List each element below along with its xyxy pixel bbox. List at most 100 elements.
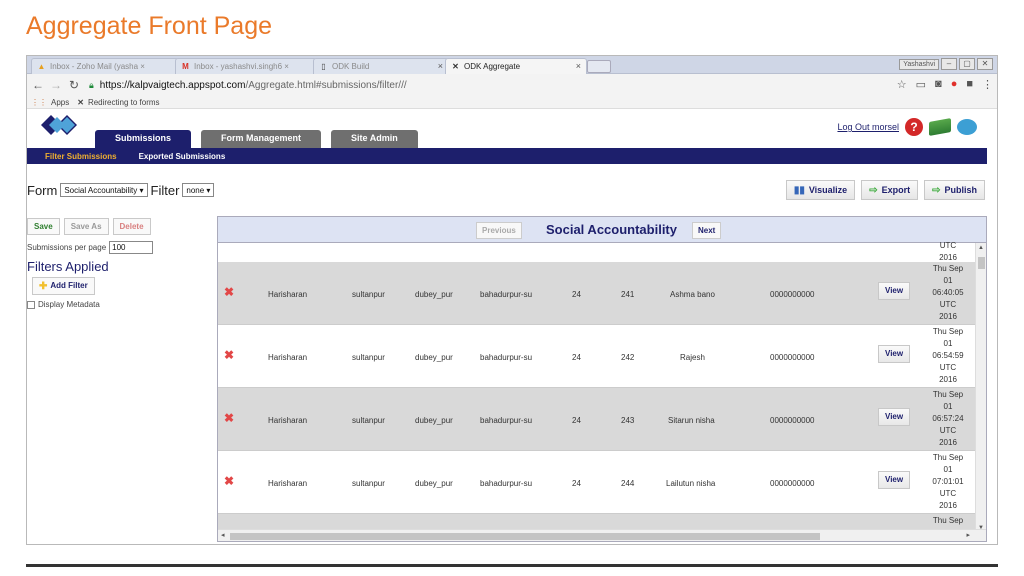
url-host: https://kalpvaigtech.appspot.com — [99, 79, 246, 91]
submission-date: Thu Sep 01 06:57:24 UTC 2016 — [920, 389, 976, 449]
block-cell: dubey_pur — [415, 353, 453, 362]
date-line: Thu Sep — [932, 453, 964, 462]
per-page-input[interactable]: 100 — [109, 241, 154, 254]
browser-tab-gmail[interactable]: M Inbox - yashashvi.singh6 × — [175, 58, 317, 74]
publish-button[interactable]: ⇨ Publish — [924, 180, 985, 200]
bookmarks-bar: ⋮⋮ Apps ✕ Redirecting to forms — [27, 96, 997, 109]
bar-chart-icon: ▮▮ — [793, 185, 805, 196]
chat-icon[interactable] — [957, 119, 977, 135]
reload-icon[interactable]: ↻ — [67, 78, 81, 92]
browser-tab-zoho[interactable]: ▲ Inbox - Zoho Mail (yasha × — [31, 58, 179, 74]
browser-tab-label: Inbox - Zoho Mail (yasha × — [50, 62, 145, 71]
close-tab-icon[interactable]: × — [576, 61, 581, 71]
export-button[interactable]: ⇨ Export — [861, 180, 919, 200]
profile-button[interactable]: Yashashvi — [899, 58, 939, 70]
view-button[interactable]: View — [878, 345, 911, 363]
date-line: 06:57:24 — [932, 414, 964, 423]
submission-date: UTC 2016 — [920, 240, 976, 264]
minimize-icon[interactable]: – — [941, 58, 957, 70]
save-as-button[interactable]: Save As — [63, 218, 109, 235]
vertical-scrollbar[interactable]: ▲ ▼ — [975, 243, 986, 533]
phone-cell: 0000000000 — [770, 416, 815, 425]
close-window-icon[interactable]: ✕ — [977, 58, 993, 70]
star-icon[interactable]: ☆ — [897, 78, 907, 91]
filter-select[interactable]: none ▾ — [182, 183, 215, 197]
url-field[interactable]: https://kalpvaigtech.appspot.com/Aggrega… — [100, 80, 407, 91]
visualize-button[interactable]: ▮▮ Visualize — [785, 180, 856, 200]
browser-tab-odk-build[interactable]: ▯ ODK Build × — [313, 58, 449, 74]
scroll-left-icon[interactable]: ◂ — [221, 531, 225, 539]
form-select[interactable]: Social Accountability ▾ — [60, 183, 148, 197]
subtab-exported-submissions[interactable]: Exported Submissions — [139, 152, 226, 161]
partial-row: UTC 2016 — [218, 240, 976, 264]
adblock-icon[interactable]: ● — [951, 78, 958, 91]
action-buttons: ▮▮ Visualize ⇨ Export ⇨ Publish — [785, 180, 985, 200]
delete-row-icon[interactable]: ✖ — [224, 475, 236, 487]
village-cell: bahadurpur-su — [480, 416, 533, 425]
browser-tab-label: ODK Build — [332, 62, 370, 71]
filters-applied-heading: Filters Applied — [27, 259, 109, 274]
book-icon[interactable] — [929, 118, 951, 136]
zoho-mail-icon: ▲ — [37, 62, 46, 71]
extension-icons: ☆ ▭ ◙ ● ■ ⋮ — [897, 78, 993, 91]
new-tab-button[interactable] — [587, 60, 611, 73]
submission-date: Thu Sep 01 06:40:05 UTC 2016 — [920, 263, 976, 323]
next-button[interactable]: Next — [692, 222, 722, 239]
scroll-thumb[interactable] — [978, 257, 985, 269]
subtab-filter-submissions[interactable]: Filter Submissions — [45, 152, 117, 161]
tab-site-admin[interactable]: Site Admin — [331, 130, 418, 148]
district-cell: sultanpur — [352, 290, 385, 299]
view-button[interactable]: View — [878, 282, 911, 300]
display-metadata-checkbox[interactable] — [27, 300, 35, 309]
delete-row-icon[interactable]: ✖ — [224, 412, 236, 424]
maximize-icon[interactable]: ▢ — [959, 58, 975, 70]
cast-icon[interactable]: ▭ — [916, 78, 926, 91]
date-line: UTC — [939, 300, 957, 309]
enumerator-cell: Harisharan — [268, 416, 308, 425]
bookmark-redirect[interactable]: Redirecting to forms — [88, 98, 160, 107]
tab-form-management[interactable]: Form Management — [201, 130, 322, 148]
enumerator-cell: Harisharan — [268, 353, 308, 362]
ward-cell: 24 — [572, 479, 581, 488]
menu-icon[interactable]: ⋮ — [982, 78, 993, 91]
odk-icon: ✕ — [452, 62, 459, 71]
view-button[interactable]: View — [878, 471, 911, 489]
tab-submissions[interactable]: Submissions — [95, 130, 192, 148]
horizontal-scrollbar[interactable]: ◂ ▸ — [218, 529, 986, 541]
extension-icon[interactable]: ■ — [966, 78, 973, 91]
id-cell: 243 — [621, 416, 635, 425]
gmail-icon: M — [182, 62, 189, 71]
top-links: Log Out morsel ? — [837, 118, 977, 136]
export-arrow-icon: ⇨ — [869, 185, 878, 196]
pocket-icon[interactable]: ◙ — [935, 78, 942, 91]
submission-date: Thu Sep 01 06:54:59 UTC 2016 — [920, 326, 976, 386]
bookmark-apps[interactable]: Apps — [51, 98, 69, 107]
date-line: Thu Sep — [932, 516, 964, 525]
close-tab-icon[interactable]: × — [438, 61, 443, 71]
delete-row-icon[interactable]: ✖ — [224, 286, 236, 298]
save-button[interactable]: Save — [27, 218, 60, 235]
forward-icon[interactable]: → — [49, 78, 63, 92]
help-icon[interactable]: ? — [905, 118, 923, 136]
back-icon[interactable]: ← — [31, 78, 45, 92]
scroll-up-icon[interactable]: ▲ — [978, 245, 984, 251]
village-cell: bahadurpur-su — [480, 290, 533, 299]
scroll-thumb[interactable] — [230, 533, 820, 540]
delete-button[interactable]: Delete — [112, 218, 151, 235]
aggregate-page: Submissions Form Management Site Admin L… — [27, 110, 997, 544]
submissions-grid: Previous Social Accountability Next UTC … — [217, 216, 987, 542]
browser-tab-odk-aggregate[interactable]: ✕ ODK Aggregate × — [445, 58, 587, 74]
name-cell: Lailutun nisha — [666, 479, 716, 488]
phone-cell: 0000000000 — [770, 479, 815, 488]
table-row: ✖ Harisharan sultanpur dubey_pur bahadur… — [218, 325, 976, 388]
date-line: 01 — [943, 465, 953, 474]
display-metadata-label: Display Metadata — [38, 300, 100, 309]
delete-row-icon[interactable]: ✖ — [224, 349, 236, 361]
date-line: Thu Sep — [932, 327, 964, 336]
previous-button[interactable]: Previous — [476, 222, 522, 239]
view-button[interactable]: View — [878, 408, 911, 426]
odk-icon: ✕ — [77, 97, 84, 107]
add-filter-button[interactable]: ✚ Add Filter — [32, 277, 95, 295]
scroll-right-icon[interactable]: ▸ — [966, 531, 970, 539]
logout-link[interactable]: Log Out morsel — [837, 122, 899, 132]
